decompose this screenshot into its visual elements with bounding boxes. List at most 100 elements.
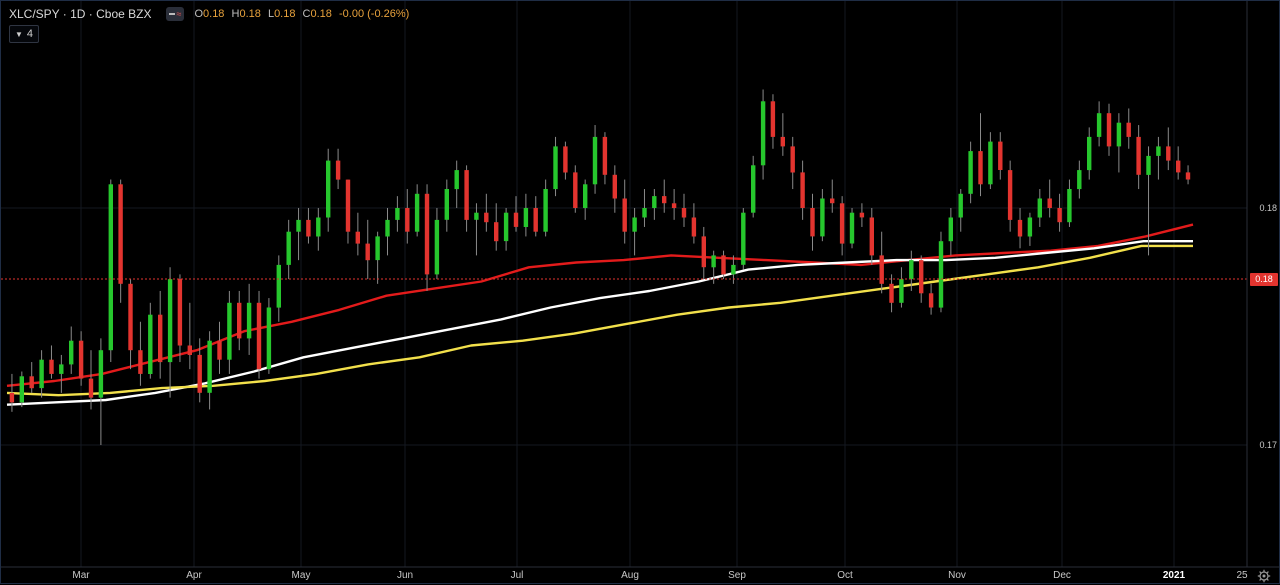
candle-body xyxy=(938,241,944,308)
candle-body xyxy=(869,217,874,256)
candle xyxy=(49,345,54,379)
candle xyxy=(583,179,588,220)
candle xyxy=(701,226,706,280)
symbol-title[interactable]: XLC/SPY · 1D · Cboe BZX xyxy=(9,7,152,21)
candle xyxy=(365,219,370,280)
candle xyxy=(316,208,321,251)
candle xyxy=(355,212,360,256)
candle-body xyxy=(859,212,865,218)
moving-average-line-1 xyxy=(6,223,1194,387)
candle-body xyxy=(118,184,123,284)
candle-body xyxy=(19,376,24,403)
candle-body xyxy=(474,212,479,220)
eye-toggle-icon[interactable]: ≈ xyxy=(165,7,185,21)
candle-body xyxy=(207,340,212,393)
candle xyxy=(938,231,944,313)
candle xyxy=(29,362,34,393)
candle-body xyxy=(662,196,667,204)
candle-body xyxy=(731,264,736,275)
candle-body xyxy=(246,302,252,339)
candle xyxy=(859,203,865,227)
candle xyxy=(622,179,627,244)
candle xyxy=(889,274,894,313)
candle-body xyxy=(751,165,756,213)
candle xyxy=(790,136,795,190)
candle-body xyxy=(583,184,588,208)
candle xyxy=(59,354,64,393)
candle xyxy=(444,179,449,232)
candle xyxy=(108,179,113,363)
moving-average-line-2 xyxy=(6,239,1193,406)
candle-body xyxy=(671,203,677,208)
candle xyxy=(612,165,617,213)
candle xyxy=(998,132,1003,180)
candle xyxy=(760,89,766,180)
candle-body xyxy=(335,160,341,180)
candle xyxy=(385,208,390,256)
candle xyxy=(592,125,598,194)
time-tick-label: Jul xyxy=(510,570,524,581)
candle-body xyxy=(968,151,973,194)
candle-body xyxy=(701,236,706,268)
candle xyxy=(464,165,469,232)
candle-body xyxy=(849,212,855,244)
candle-body xyxy=(998,141,1003,170)
candle xyxy=(849,208,855,249)
candle-body xyxy=(266,307,272,370)
candle-body xyxy=(1027,217,1033,237)
candle xyxy=(741,208,746,270)
candle xyxy=(177,274,183,363)
candle-body xyxy=(414,193,420,232)
candle-body xyxy=(276,264,281,308)
open-value: 0.18 xyxy=(203,8,225,20)
candle xyxy=(1096,101,1102,147)
close-value: 0.18 xyxy=(310,8,332,20)
candle xyxy=(405,189,410,244)
candle xyxy=(513,196,519,232)
time-tick-label: Jun xyxy=(396,570,414,581)
chart-panel[interactable]: XLC/SPY · 1D · Cboe BZX ≈ O0.18 H0.18 L0… xyxy=(0,0,1280,584)
candle-body xyxy=(1077,170,1082,190)
candle xyxy=(78,331,84,386)
candle-body xyxy=(167,279,173,363)
low-value: 0.18 xyxy=(274,8,296,20)
candle xyxy=(810,193,815,251)
candlestick-chart[interactable] xyxy=(1,1,1280,585)
candle xyxy=(266,298,272,374)
candle xyxy=(1047,179,1052,218)
candle-body xyxy=(800,172,805,208)
candle-body xyxy=(958,193,963,218)
candle-body xyxy=(29,376,34,389)
candle-body xyxy=(158,314,163,363)
candle-body xyxy=(88,378,94,398)
candle-body xyxy=(385,219,390,237)
candle xyxy=(167,267,173,398)
candle-body xyxy=(741,212,746,265)
candle-body xyxy=(839,203,845,244)
candle-body xyxy=(681,208,687,218)
candle xyxy=(503,208,509,251)
candle-body xyxy=(326,160,331,218)
candle-body xyxy=(1116,122,1122,147)
studies-toggle-button[interactable]: ▼ 4 xyxy=(9,25,40,43)
candle xyxy=(671,189,677,220)
candle-body xyxy=(553,146,558,190)
candle xyxy=(345,179,351,244)
candle xyxy=(1087,127,1092,180)
candle-body xyxy=(69,340,74,365)
settings-gear-icon[interactable] xyxy=(1257,569,1271,583)
candle xyxy=(1017,208,1023,249)
candle xyxy=(988,132,993,190)
candle-body xyxy=(59,364,64,374)
candle-body xyxy=(98,350,104,398)
candle xyxy=(98,338,104,445)
candle xyxy=(652,189,657,220)
candle-body xyxy=(78,340,84,379)
candle xyxy=(118,179,123,303)
candle xyxy=(691,203,697,244)
candle xyxy=(928,283,934,315)
candle xyxy=(533,196,538,237)
candles-layer xyxy=(9,89,1191,445)
candle-body xyxy=(790,146,795,173)
candle xyxy=(602,132,608,185)
